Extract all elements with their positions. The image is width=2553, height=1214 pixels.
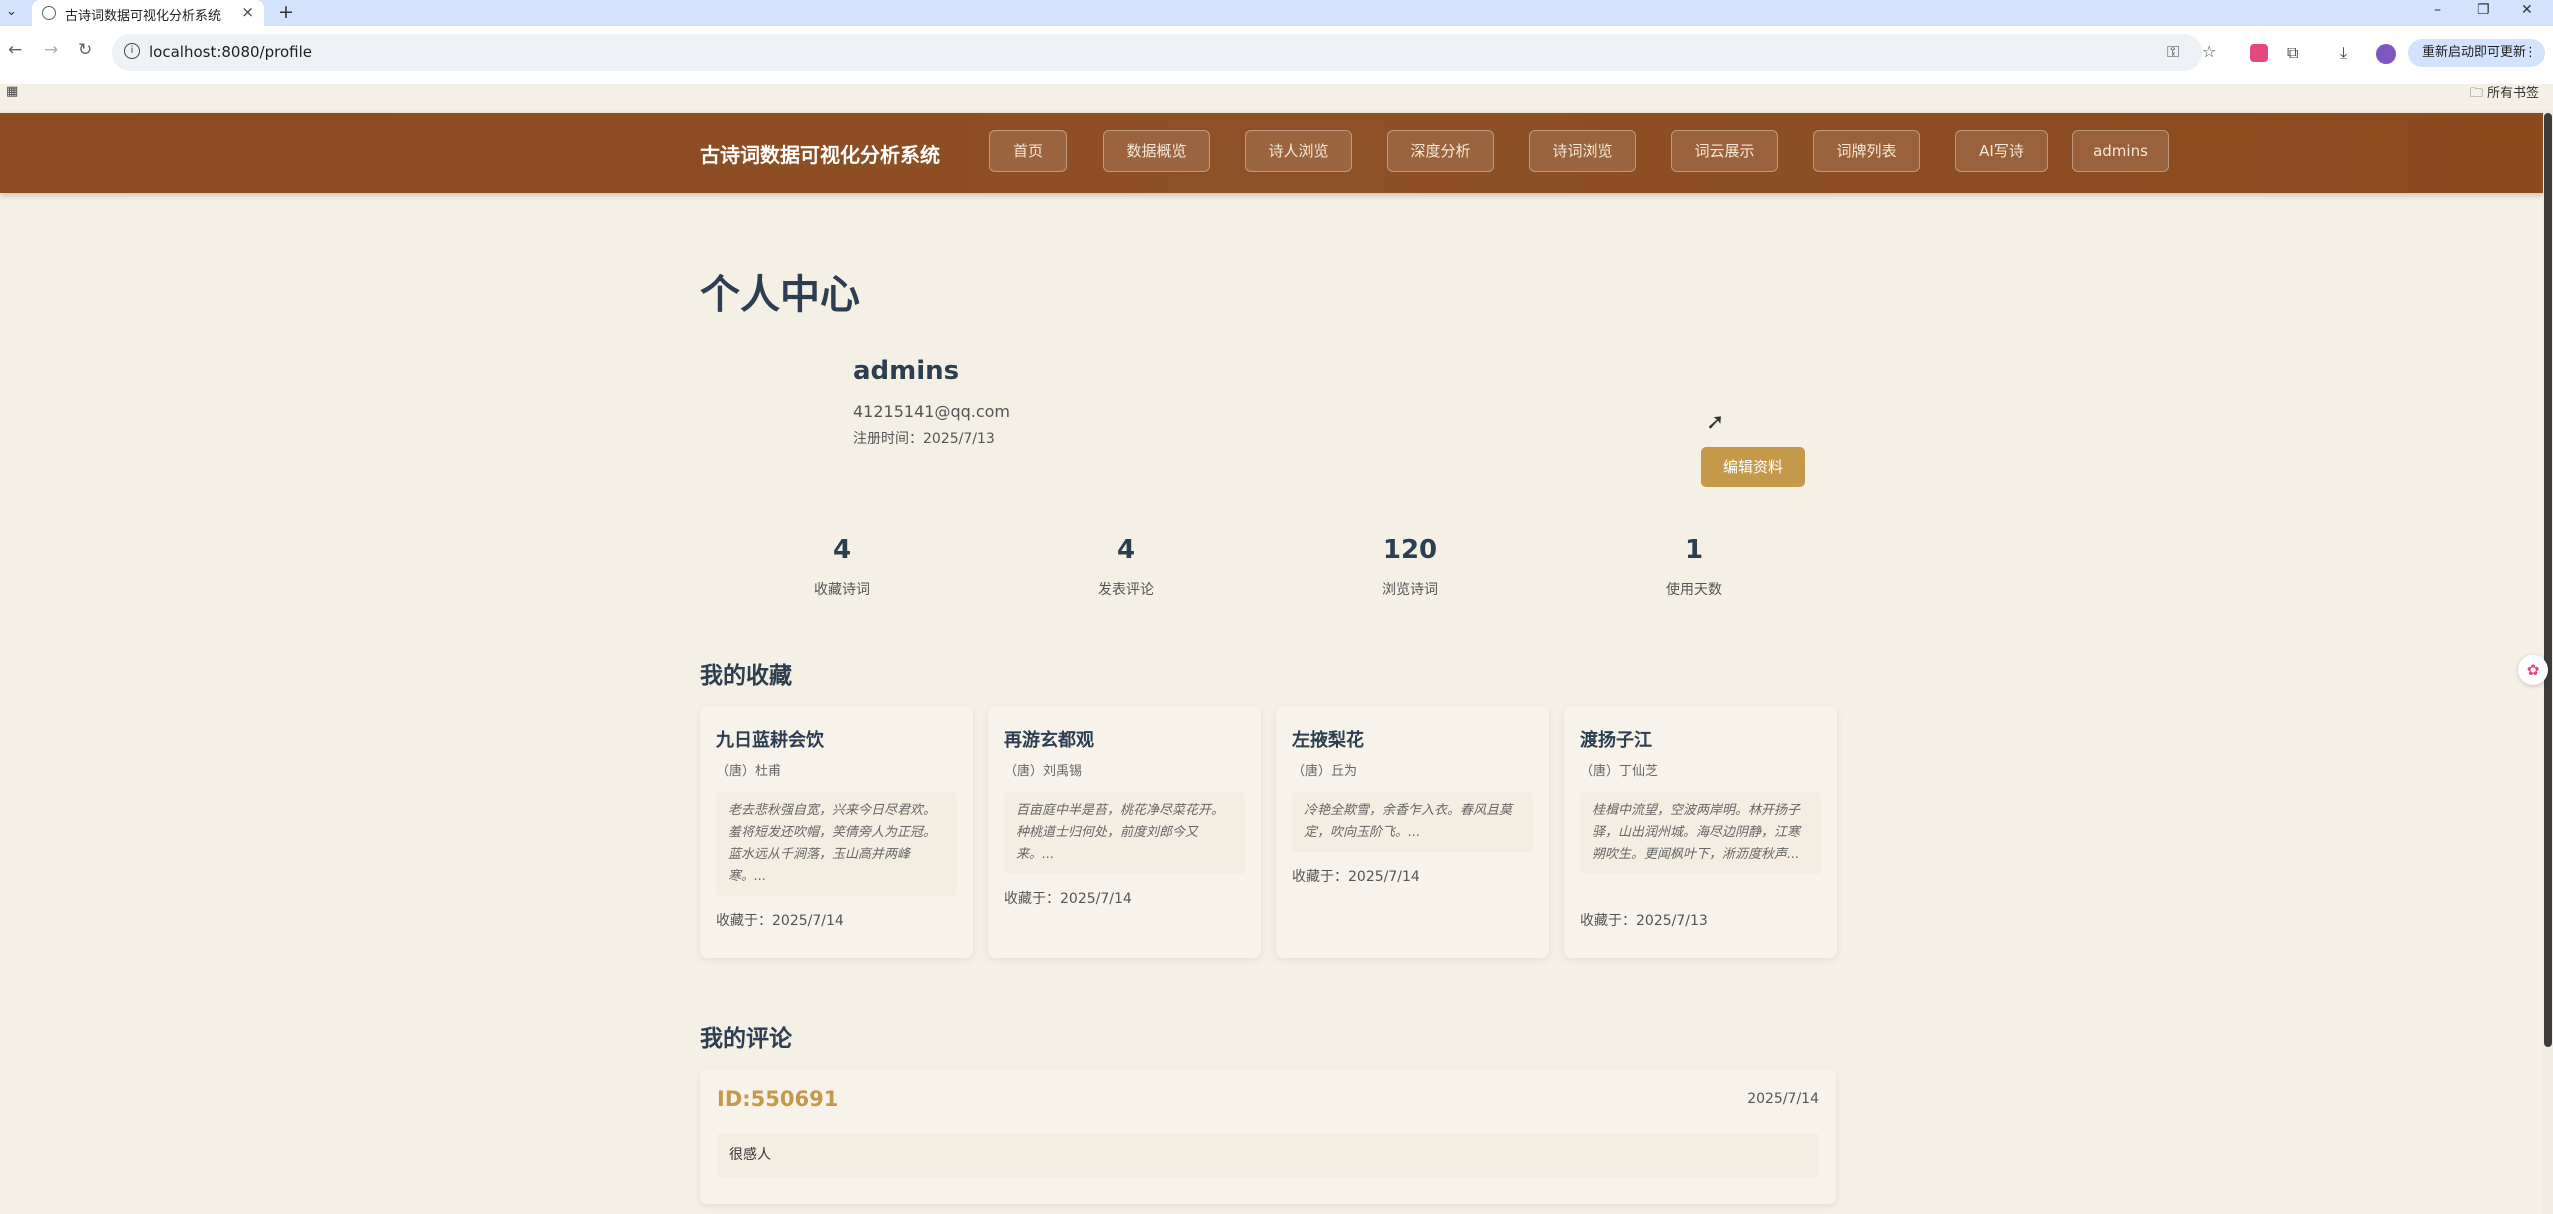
comment-text: 很感人	[717, 1133, 1819, 1177]
profile-registration-date: 注册时间：2025/7/13	[853, 431, 995, 447]
favorite-date: 收藏于：2025/7/14	[1292, 869, 1420, 885]
favorite-poem-excerpt: 百亩庭中半是苔，桃花净尽菜花开。种桃道士归何处，前度刘郎今又来。...	[1004, 792, 1245, 874]
comments-section-title: 我的评论	[700, 1026, 792, 1052]
nav-poets[interactable]: 诗人浏览	[1245, 130, 1352, 172]
favorite-date: 收藏于：2025/7/14	[1004, 891, 1132, 907]
update-button-label: 重新启动即可更新	[2422, 45, 2527, 60]
favorite-poem-author: （唐）丁仙芝	[1580, 764, 1659, 779]
favorite-card[interactable]: 九日蓝耕会饮 （唐）杜甫 老去悲秋强自宽，兴来今日尽君欢。羞将短发还吹帽，笑倩旁…	[700, 706, 973, 958]
apps-grid-icon[interactable]: ▦	[6, 84, 18, 99]
comment-poem-id[interactable]: ID:550691	[717, 1087, 838, 1111]
back-icon[interactable]: ←	[8, 40, 22, 60]
stat-days-used: 1 使用天数	[1594, 535, 1794, 599]
stat-label: 浏览诗词	[1382, 582, 1438, 598]
browser-tab-active[interactable]: 古诗词数据可视化分析系统 ×	[32, 0, 264, 26]
favorite-poem-title[interactable]: 渡扬子江	[1580, 726, 1652, 752]
restore-icon[interactable]: ❐	[2477, 2, 2490, 18]
favorite-poem-excerpt: 老去悲秋强自宽，兴来今日尽君欢。羞将短发还吹帽，笑倩旁人为正冠。蓝水远从千涧落，…	[716, 792, 957, 896]
favorite-date: 收藏于：2025/7/13	[1580, 913, 1708, 929]
favorite-card[interactable]: 左掖梨花 （唐）丘为 冷艳全欺雪，余香乍入衣。春风且莫定，吹向玉阶飞。... 收…	[1276, 706, 1549, 958]
close-window-icon[interactable]: ✕	[2521, 2, 2533, 18]
bookmark-star-icon[interactable]: ☆	[2202, 42, 2216, 61]
profile-email: 41215141@qq.com	[853, 402, 1011, 421]
favorite-poem-author: （唐）杜甫	[716, 764, 782, 779]
all-bookmarks-button[interactable]: 🗀 所有书签	[2470, 82, 2539, 106]
comment-date: 2025/7/14	[1747, 1091, 1819, 1107]
page-title: 个人中心	[700, 272, 860, 318]
stat-label: 收藏诗词	[814, 582, 870, 598]
stat-value: 120	[1382, 535, 1438, 565]
more-menu-icon[interactable]: ⋮	[2524, 39, 2537, 67]
edit-profile-button[interactable]: 编辑资料	[1701, 447, 1805, 487]
site-logo[interactable]: 古诗词数据可视化分析系统	[700, 139, 940, 168]
favorite-poem-excerpt: 桂楫中流望，空波两岸明。林开扬子驿，山出润州城。海尽边阴静，江寒朔吹生。更闻枫叶…	[1580, 792, 1821, 874]
nav-ai-poetry[interactable]: AI写诗	[1955, 130, 2048, 172]
site-info-icon[interactable]: i	[124, 43, 140, 59]
nav-wordcloud[interactable]: 词云展示	[1671, 130, 1778, 172]
close-tab-icon[interactable]: ×	[241, 3, 254, 21]
tab-title: 古诗词数据可视化分析系统	[65, 9, 222, 24]
reload-icon[interactable]: ↻	[78, 40, 92, 60]
nav-data-overview[interactable]: 数据概览	[1103, 130, 1210, 172]
stat-value: 4	[1116, 535, 1136, 565]
update-button[interactable]: 重新启动即可更新 ⋮	[2408, 39, 2545, 67]
favorite-date: 收藏于：2025/7/14	[716, 913, 844, 929]
stat-browsed: 120 浏览诗词	[1310, 535, 1510, 599]
stat-favorites: 4 收藏诗词	[742, 535, 942, 599]
favorite-poem-title[interactable]: 左掖梨花	[1292, 726, 1364, 752]
nav-cipai-list[interactable]: 词牌列表	[1813, 130, 1920, 172]
comment-card: ID:550691 2025/7/14 很感人	[700, 1069, 1836, 1204]
favorite-poem-author: （唐）丘为	[1292, 764, 1358, 779]
scrollbar-thumb[interactable]	[2544, 113, 2552, 1047]
globe-icon	[42, 6, 56, 20]
nav-user-menu[interactable]: admins	[2072, 130, 2169, 172]
stat-comments: 4 发表评论	[1026, 535, 1226, 599]
stat-label: 发表评论	[1098, 582, 1154, 598]
nav-deep-analysis[interactable]: 深度分析	[1387, 130, 1494, 172]
extensions-puzzle-icon[interactable]: ⧉	[2287, 43, 2298, 63]
mouse-cursor-icon: ➚	[1706, 410, 1725, 435]
stat-value: 4	[832, 535, 852, 565]
profile-avatar-icon[interactable]	[2376, 44, 2396, 64]
url-text[interactable]: localhost:8080/profile	[149, 43, 312, 61]
stat-value: 1	[1684, 535, 1704, 565]
address-bar[interactable]: i localhost:8080/profile ⚿ ☆	[112, 34, 2216, 71]
favorite-poem-title[interactable]: 再游玄都观	[1004, 726, 1094, 752]
browser-tab-strip: ⌄ 古诗词数据可视化分析系统 × + – ❐ ✕	[0, 0, 2553, 26]
new-tab-icon[interactable]: +	[278, 1, 294, 23]
translate-widget-icon[interactable]: ✿	[2518, 655, 2548, 685]
favorite-poem-excerpt: 冷艳全欺雪，余香乍入衣。春风且莫定，吹向玉阶飞。...	[1292, 792, 1533, 852]
password-key-icon[interactable]: ⚿	[2167, 42, 2179, 62]
tab-search-icon[interactable]: ⌄	[6, 4, 17, 19]
browser-toolbar: ← → ↻ i localhost:8080/profile ⚿ ☆ ⧉ ⤓ 重…	[0, 26, 2553, 101]
favorite-card[interactable]: 渡扬子江 （唐）丁仙芝 桂楫中流望，空波两岸明。林开扬子驿，山出润州城。海尽边阴…	[1564, 706, 1837, 958]
favorite-card[interactable]: 再游玄都观 （唐）刘禹锡 百亩庭中半是苔，桃花净尽菜花开。种桃道士归何处，前度刘…	[988, 706, 1261, 958]
nav-home[interactable]: 首页	[989, 130, 1067, 172]
stat-label: 使用天数	[1666, 582, 1722, 598]
profile-username: admins	[853, 356, 960, 386]
all-bookmarks-label: 所有书签	[2486, 86, 2539, 101]
forward-icon[interactable]: →	[44, 40, 58, 60]
favorites-section-title: 我的收藏	[700, 663, 792, 689]
site-header: 古诗词数据可视化分析系统 首页 数据概览 诗人浏览 深度分析 诗词浏览 词云展示…	[0, 113, 2553, 193]
extension-icon[interactable]	[2250, 44, 2268, 62]
minimize-icon[interactable]: –	[2434, 2, 2441, 18]
folder-icon: 🗀	[2469, 86, 2483, 101]
nav-poems[interactable]: 诗词浏览	[1529, 130, 1636, 172]
favorite-poem-author: （唐）刘禹锡	[1004, 764, 1083, 779]
download-icon[interactable]: ⤓	[2340, 43, 2347, 63]
favorite-poem-title[interactable]: 九日蓝耕会饮	[716, 726, 824, 752]
